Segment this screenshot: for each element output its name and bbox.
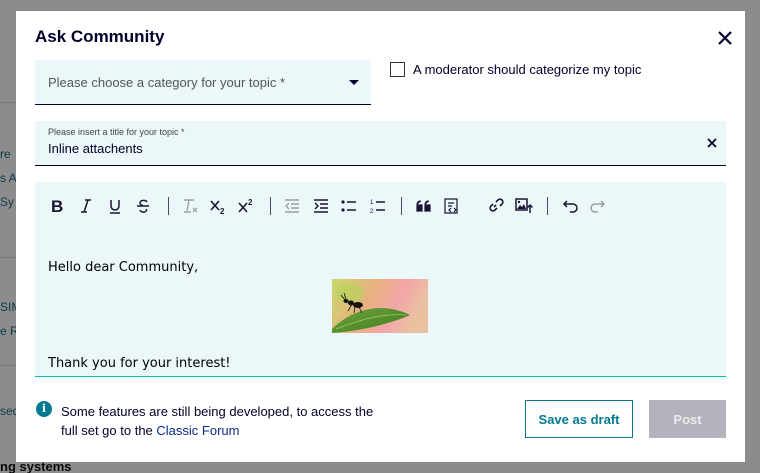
close-button[interactable] [716, 29, 734, 47]
toolbar-divider [168, 197, 169, 215]
numbered-list-icon: 12 [370, 200, 385, 215]
ant-on-leaf-image[interactable] [332, 279, 428, 333]
ant-picture [332, 279, 428, 333]
indent-button[interactable] [310, 195, 332, 217]
code-block-button[interactable] [440, 195, 462, 217]
indent-icon [314, 199, 328, 213]
chevron-down-icon [349, 80, 359, 85]
bullet-list-button[interactable] [338, 195, 360, 217]
code-block-icon [444, 198, 458, 214]
underline-icon [110, 200, 120, 214]
link-icon [489, 198, 504, 212]
italic-icon [81, 199, 91, 213]
info-icon: i [36, 401, 52, 417]
category-select[interactable]: Please choose a category for your topic … [35, 60, 371, 105]
superscript-icon: 2 [238, 198, 253, 213]
save-as-draft-button[interactable]: Save as draft [525, 400, 633, 438]
quote-icon [416, 200, 431, 212]
outdent-icon [285, 199, 299, 213]
moderator-checkbox[interactable] [390, 62, 405, 77]
svg-text:2: 2 [248, 198, 253, 207]
svg-text:1: 1 [370, 200, 374, 206]
image-upload-icon [515, 198, 533, 213]
clear-title-button[interactable] [706, 136, 718, 148]
clear-format-button[interactable] [179, 195, 201, 217]
info-message: Some features are still being developed,… [61, 402, 381, 440]
redo-button[interactable] [587, 195, 609, 217]
close-icon [707, 138, 717, 148]
undo-button[interactable] [559, 195, 581, 217]
moderator-checkbox-label[interactable]: A moderator should categorize my topic [413, 62, 641, 77]
toolbar-divider [270, 197, 271, 215]
post-button[interactable]: Post [649, 400, 726, 438]
italic-button[interactable] [75, 195, 97, 217]
editor-toolbar: B 2 2 1 2 [35, 182, 726, 230]
redo-icon [590, 200, 606, 213]
strikethrough-button[interactable] [132, 195, 154, 217]
bullet-list-icon [341, 200, 356, 212]
svg-text:2: 2 [220, 207, 225, 215]
dialog-title: Ask Community [35, 27, 165, 46]
subscript-button[interactable]: 2 [207, 195, 229, 217]
underline-button[interactable] [104, 195, 126, 217]
rich-text-editor[interactable]: B 2 2 1 2 Hello dear Community, Thank yo… [35, 182, 726, 377]
bold-button[interactable]: B [46, 195, 68, 217]
strikethrough-icon [137, 199, 149, 213]
bold-icon: B [51, 197, 63, 215]
category-placeholder: Please choose a category for your topic … [48, 75, 286, 90]
subscript-icon: 2 [210, 200, 225, 215]
undo-icon [562, 200, 578, 213]
ask-community-dialog: Ask Community Please choose a category f… [16, 11, 745, 462]
numbered-list-button[interactable]: 12 [367, 195, 389, 217]
toolbar-divider [547, 197, 548, 215]
topic-title-input[interactable]: Inline attachents [48, 141, 143, 156]
editor-text-closing[interactable]: Thank you for your interest! [48, 356, 231, 371]
svg-text:B: B [51, 197, 63, 215]
superscript-button[interactable]: 2 [235, 195, 257, 217]
toolbar-divider [401, 197, 402, 215]
topic-title-label: Please insert a title for your topic * [48, 127, 185, 137]
outdent-button[interactable] [281, 195, 303, 217]
editor-text-greeting[interactable]: Hello dear Community, [48, 260, 198, 275]
link-button[interactable] [484, 195, 506, 217]
clear-format-icon [184, 199, 198, 213]
insert-image-button[interactable] [513, 195, 535, 217]
svg-text:2: 2 [370, 209, 374, 215]
classic-forum-link[interactable]: Classic Forum [156, 423, 239, 438]
topic-title-field[interactable]: Please insert a title for your topic * I… [35, 121, 726, 166]
blockquote-button[interactable] [413, 195, 435, 217]
close-icon [718, 31, 732, 45]
